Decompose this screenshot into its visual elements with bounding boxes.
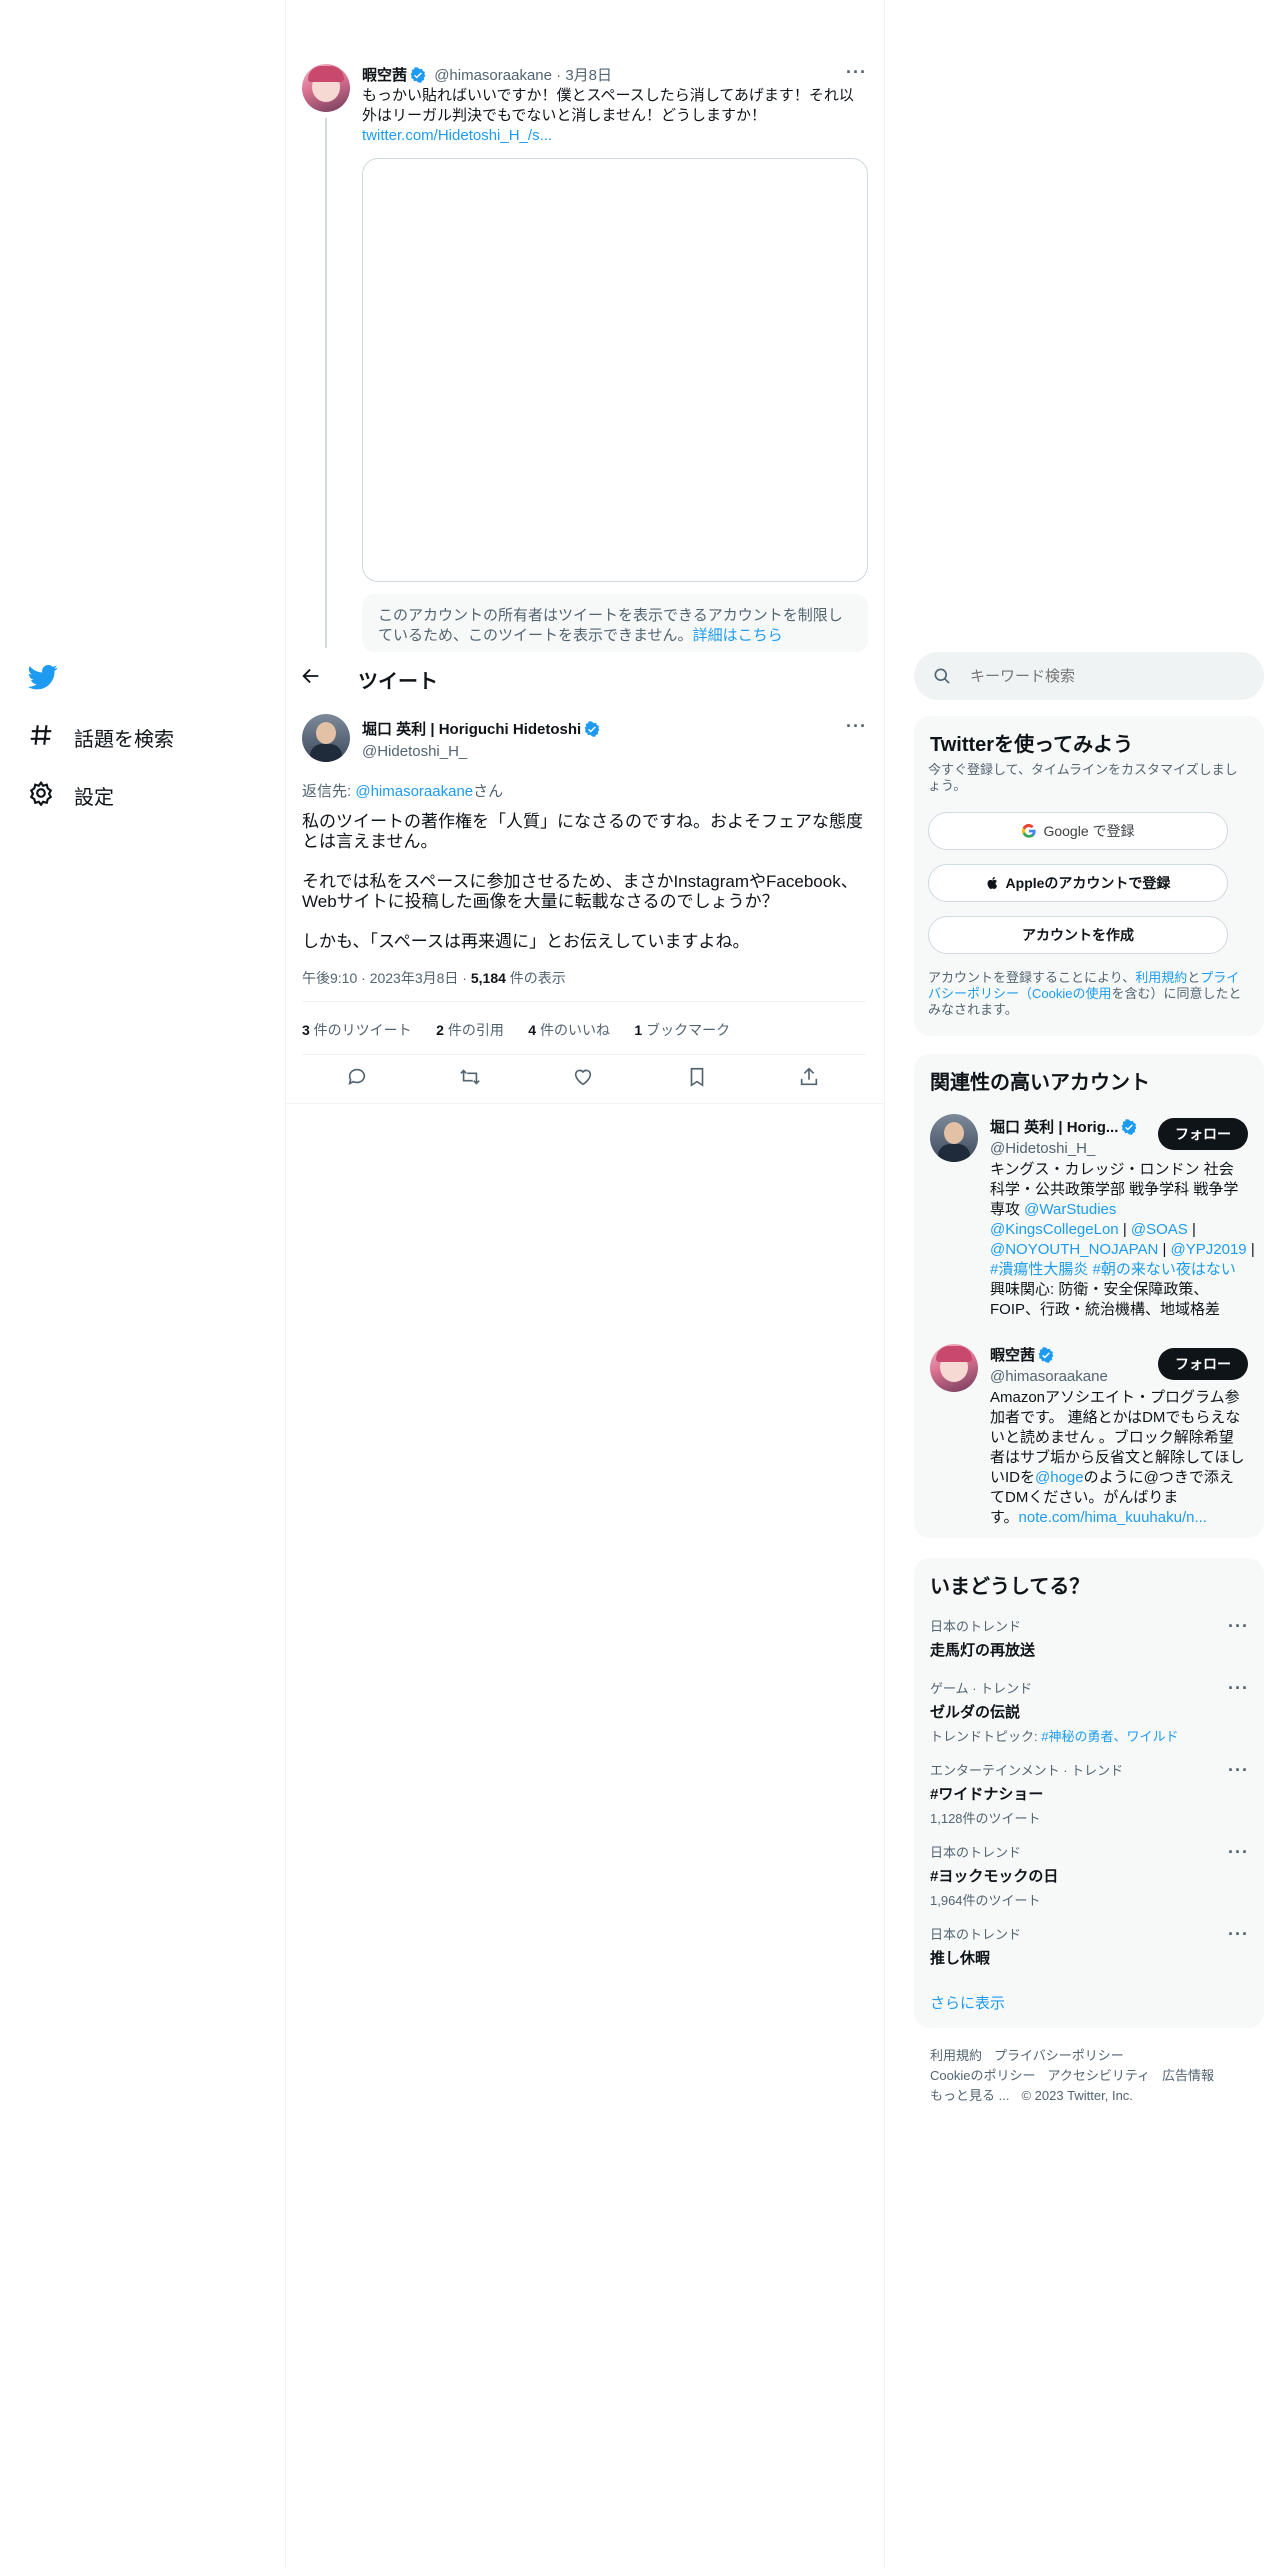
display-name[interactable]: 暇空茜 — [362, 67, 407, 84]
verified-badge-icon — [584, 721, 600, 737]
trends-card: いまどうしてる？ 日本のトレンド 走馬灯の再放送 ··· ゲーム · トレンド … — [914, 1558, 1264, 2028]
signup-desc: 今すぐ登録して、タイムラインをカスタマイズしましょう。 — [928, 762, 1238, 793]
footer-accessibility[interactable]: アクセシビリティ — [1047, 2068, 1150, 2083]
search-bar[interactable] — [914, 652, 1264, 700]
thread-line — [325, 118, 327, 648]
unavailable-notice: このアカウントの所有者はツイートを表示できるアカウントを制限しているため、このツ… — [362, 594, 868, 652]
retweets-stat[interactable]: 3 件のリツイート — [302, 1022, 412, 1038]
quoted-header: 暇空茜 @himasoraakane · 3月8日 — [362, 67, 613, 84]
learn-more-link[interactable]: 詳細はこちら — [693, 627, 783, 644]
related-title: 関連性の高いアカウント — [930, 1072, 1150, 1094]
share-icon[interactable] — [798, 1066, 822, 1090]
gear-icon — [28, 780, 54, 811]
more-icon[interactable]: ··· — [1228, 1616, 1249, 1637]
tweet-time[interactable]: 午後9:10 · 2023年3月8日 · — [302, 970, 471, 986]
more-icon[interactable]: ··· — [846, 716, 867, 737]
google-icon — [1021, 823, 1037, 839]
verified-badge-icon — [1121, 1119, 1137, 1135]
nav-explore-label: 話題を検索 — [74, 728, 174, 751]
trend-item[interactable]: 日本のトレンド 走馬灯の再放送 — [930, 1616, 1035, 1660]
footer-copyright: © 2023 Twitter, Inc. — [1021, 2088, 1133, 2103]
verified-badge-icon — [410, 67, 426, 83]
tos-link[interactable]: 利用規約 — [1135, 970, 1187, 985]
divider — [286, 1103, 884, 1104]
trend-item[interactable]: エンターテインメント · トレンド #ワイドナショー 1,128件のツイート — [930, 1760, 1123, 1827]
account-info[interactable]: 暇空茜 @himasoraakane — [990, 1344, 1108, 1385]
related-accounts-card: 関連性の高いアカウント 堀口 英利 | Horig... @Hidetoshi_… — [914, 1054, 1264, 1538]
more-icon[interactable]: ··· — [1228, 1924, 1249, 1945]
page-title: ツイート — [358, 671, 438, 693]
apple-icon — [986, 875, 1000, 891]
account-bio: キングス・カレッジ・ロンドン 社会 科学・公共政策学部 戦争学科 戦争学 専攻 … — [990, 1161, 1255, 1318]
divider — [302, 1054, 866, 1055]
tweet-text: 私のツイートの著作権を「人質」になさるのですね。およそフェアな態度 とは言えませ… — [302, 812, 863, 951]
trend-item[interactable]: 日本のトレンド 推し休暇 — [930, 1924, 1021, 1968]
nav-settings-label: 設定 — [74, 786, 114, 809]
show-more-link[interactable]: さらに表示 — [930, 1992, 1005, 2013]
signup-card: Twitterを使ってみよう 今すぐ登録して、タイムラインをカスタマイズしましょ… — [914, 716, 1264, 1036]
account-bio: Amazonアソシエイト・プログラム参 加者です。 連絡とかはDMでもらえな い… — [990, 1389, 1245, 1526]
footer-ads[interactable]: 広告情報 — [1162, 2068, 1214, 2083]
footer-more[interactable]: もっと見る ... — [930, 2088, 1009, 2103]
hashtag-icon — [28, 722, 54, 753]
apple-signup-button[interactable]: Appleのアカウントで登録 — [928, 864, 1228, 902]
legal-text: アカウントを登録することにより、利用規約とプライバシーポリシー（Cookieの使… — [928, 970, 1242, 1017]
create-account-button[interactable]: アカウントを作成 — [928, 916, 1228, 954]
handle[interactable]: @himasoraakane — [434, 67, 552, 84]
avatar[interactable] — [302, 64, 350, 112]
search-icon — [932, 666, 952, 691]
footer: 利用規約 プライバシーポリシー Cookieのポリシー アクセシビリティ 広告情報 も… — [930, 2046, 1260, 2106]
trend-item[interactable]: 日本のトレンド #ヨックモックの日 1,964件のツイート — [930, 1842, 1058, 1909]
likes-stat[interactable]: 4 件のいいね — [528, 1022, 610, 1038]
verified-badge-icon — [1038, 1347, 1054, 1363]
handle[interactable]: @Hidetoshi_H_ — [362, 743, 600, 760]
like-icon[interactable] — [572, 1066, 596, 1090]
google-signup-button[interactable]: Google で登録 — [928, 812, 1228, 850]
quoted-text: もっかい貼ればいいですか！僕とスペースしたら消してあげます！それ以 外はリーガル… — [362, 87, 854, 146]
avatar[interactable] — [930, 1344, 978, 1392]
footer-tos[interactable]: 利用規約 — [930, 2048, 982, 2063]
twitter-logo-icon[interactable] — [27, 662, 58, 697]
search-input[interactable] — [970, 664, 1240, 688]
avatar[interactable] — [930, 1114, 978, 1162]
back-arrow-icon[interactable] — [300, 665, 322, 692]
more-icon[interactable]: ··· — [846, 62, 867, 83]
trends-title: いまどうしてる？ — [930, 1576, 1090, 1598]
signup-title: Twitterを使ってみよう — [930, 734, 1134, 756]
author-info[interactable]: 堀口 英利 | Horiguchi Hidetoshi @Hidetoshi_H… — [362, 718, 600, 760]
follow-button[interactable]: フォロー — [1158, 1348, 1248, 1380]
nav-settings[interactable]: 設定 — [28, 775, 114, 815]
quoted-link[interactable]: twitter.com/Hidetoshi_H_/s... — [362, 126, 854, 146]
footer-cookie[interactable]: Cookieのポリシー — [930, 2068, 1035, 2083]
timestamp[interactable]: 3月8日 — [565, 67, 612, 84]
footer-privacy[interactable]: プライバシーポリシー — [994, 2048, 1124, 2063]
follow-button[interactable]: フォロー — [1158, 1118, 1248, 1150]
trend-item[interactable]: ゲーム · トレンド ゼルダの伝説 トレンドトピック: #神秘の勇者、ワイルド — [930, 1678, 1178, 1745]
right-divider — [884, 0, 885, 2568]
tweet-meta: 午後9:10 · 2023年3月8日 · 5,184 件の表示 — [302, 970, 566, 986]
tweet-header: ツイート — [286, 652, 884, 702]
retweet-icon[interactable] — [459, 1066, 483, 1090]
left-divider — [285, 0, 286, 2568]
reply-icon[interactable] — [346, 1066, 370, 1090]
reply-to: 返信先: @himasoraakaneさん — [302, 783, 504, 800]
more-icon[interactable]: ··· — [1228, 1760, 1249, 1781]
quoted-tweet-card[interactable] — [362, 158, 868, 582]
tweet-stats: 3 件のリツイート 2 件の引用 4 件のいいね 1 ブックマーク — [302, 1020, 750, 1040]
divider — [302, 1001, 866, 1002]
reply-handle-link[interactable]: @himasoraakane — [355, 783, 473, 800]
more-icon[interactable]: ··· — [1228, 1678, 1249, 1699]
account-info[interactable]: 堀口 英利 | Horig... @Hidetoshi_H_ — [990, 1116, 1137, 1157]
avatar[interactable] — [302, 714, 350, 762]
more-icon[interactable]: ··· — [1228, 1842, 1249, 1863]
quotes-stat[interactable]: 2 件の引用 — [436, 1022, 504, 1038]
bookmark-icon[interactable] — [686, 1066, 710, 1090]
bookmarks-stat[interactable]: 1 ブックマーク — [634, 1022, 730, 1038]
display-name[interactable]: 堀口 英利 | Horiguchi Hidetoshi — [362, 721, 581, 738]
nav-explore[interactable]: 話題を検索 — [28, 717, 174, 757]
